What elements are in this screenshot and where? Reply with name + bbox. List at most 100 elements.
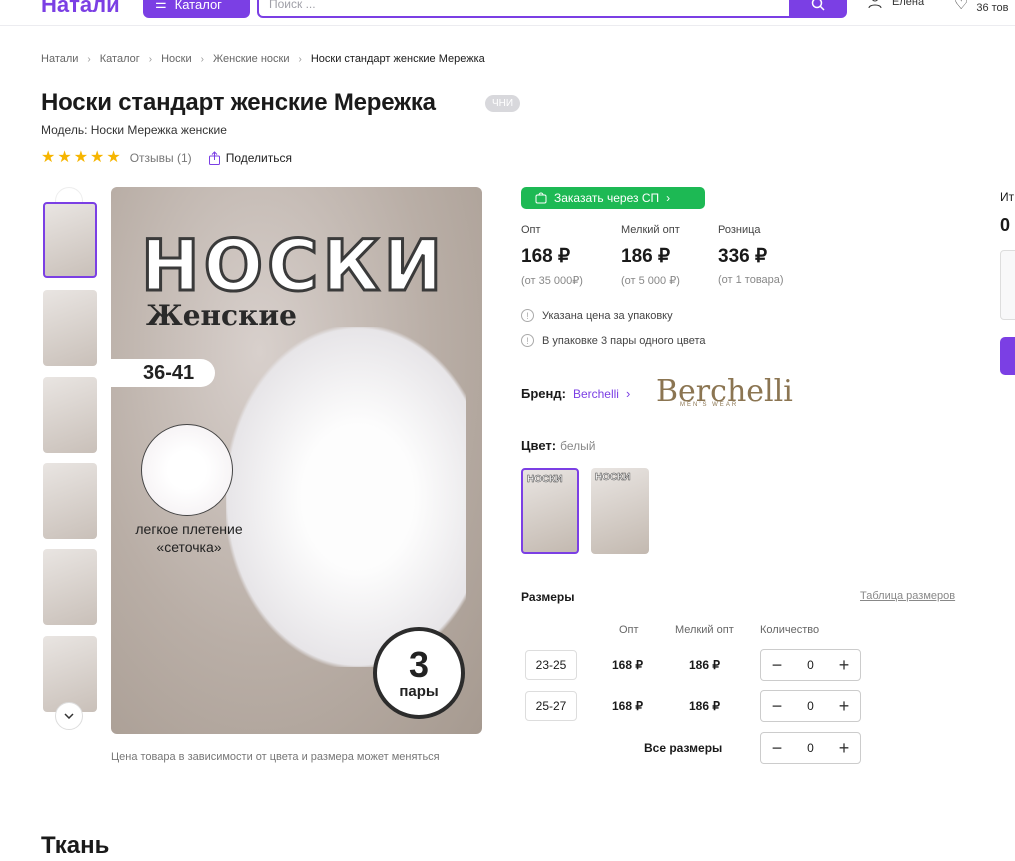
search-button[interactable] (789, 0, 847, 18)
color-label: Цвет: белый (521, 438, 596, 453)
texture-circle (141, 424, 233, 516)
color-swatch[interactable]: НОСКИ (591, 468, 649, 554)
chevron-right-icon: › (625, 386, 631, 401)
size-table-link[interactable]: Таблица размеров (860, 590, 955, 602)
price-small-opt: Мелкий опт 186 ₽ (от 5 000 ₽) (621, 224, 680, 287)
product-image[interactable]: НОСКИ Женские 36-41 легкое плетение «сет… (111, 187, 482, 734)
info-icon: ! (521, 309, 534, 322)
size-label: 23-25 (525, 650, 577, 680)
breadcrumb: Натали › Каталог › Носки › Женские носки › Н… (41, 53, 485, 65)
price-small-cell: 186 ₽ (689, 699, 720, 713)
thumbnail[interactable] (43, 202, 97, 278)
quantity-value[interactable]: 0 (807, 741, 814, 755)
thumbnail[interactable] (43, 290, 97, 366)
column-header: Опт (619, 624, 639, 636)
image-size-badge: 36-41 (111, 359, 215, 387)
order-sp-label: Заказать через СП (554, 191, 660, 205)
thumbnail[interactable] (43, 549, 97, 625)
price-list: Опт 168 ₽ (от 35 000₽) Мелкий опт 186 ₽ … (521, 224, 818, 287)
chevron-right-icon: › (87, 53, 91, 65)
rating: ★ ★ ★ ★ ★ Отзывы (1) Поделиться (41, 150, 292, 166)
quantity-stepper: − 0 + (760, 649, 861, 681)
search-icon (811, 0, 825, 11)
logo[interactable]: Натали (41, 0, 120, 18)
minus-button[interactable]: − (769, 696, 785, 717)
star-icon: ★ (41, 149, 56, 166)
minus-button[interactable]: − (769, 655, 785, 676)
breadcrumb-item[interactable]: Носки (161, 53, 192, 65)
summary-value: 0 (1000, 215, 1011, 235)
favorites[interactable]: ♡ 36 тов (954, 0, 1009, 14)
price-small-cell: 186 ₽ (689, 658, 720, 672)
brand: Бренд: Berchelli › (521, 386, 631, 401)
quantity-stepper: − 0 + (760, 690, 861, 722)
user-menu[interactable]: Елена (868, 0, 924, 8)
user-icon (868, 0, 882, 8)
pairs-number: 3 (408, 643, 430, 685)
catalog-label: Каталог (174, 0, 222, 12)
pairs-badge: 3 пары (373, 627, 465, 719)
price-opt-cell: 168 ₽ (612, 658, 643, 672)
info-icon: ! (521, 334, 534, 347)
thumbnail[interactable] (43, 636, 97, 712)
user-name: Елена (892, 0, 925, 8)
sock-illustration (226, 327, 466, 667)
column-header: Количество (760, 624, 820, 636)
thumbnail[interactable] (43, 377, 97, 453)
breadcrumb-item[interactable]: Женские носки (213, 53, 290, 65)
star-icon: ★ (106, 149, 121, 166)
plus-button[interactable]: + (836, 655, 852, 676)
brand-link[interactable]: Berchelli (573, 387, 619, 401)
section-title: Ткань (41, 832, 110, 859)
heart-icon: ♡ (954, 0, 969, 13)
color-value: белый (560, 439, 596, 453)
column-header: Мелкий опт (675, 624, 734, 636)
catalog-button[interactable]: ☰ Каталог (143, 0, 250, 18)
favorites-count: 36 тов (976, 2, 1009, 14)
all-sizes-stepper: − 0 + (760, 732, 861, 764)
breadcrumb-current: Носки стандарт женские Мережка (310, 53, 485, 65)
sizes-title: Размеры (521, 590, 575, 604)
add-to-cart-button[interactable] (1000, 337, 1015, 375)
star-icon: ★ (90, 149, 105, 166)
price-opt-cell: 168 ₽ (612, 699, 643, 713)
order-sp-button[interactable]: Заказать через СП › (521, 187, 705, 209)
share-button[interactable]: Поделиться (208, 151, 292, 165)
summary-label: Ит (1000, 190, 1015, 204)
search-input[interactable]: Поиск ... (257, 0, 791, 18)
star-icon: ★ (57, 149, 72, 166)
price-retail: Розница 336 ₽ (от 1 товара) (718, 224, 784, 286)
image-texture-label: легкое плетение «сеточка» (135, 521, 243, 555)
status-badge: ЧНИ (485, 95, 521, 112)
page-title: Носки стандарт женские Мережка (41, 89, 436, 116)
quantity-value[interactable]: 0 (807, 699, 814, 713)
image-caption: Цена товара в зависимости от цвета и раз… (111, 751, 440, 763)
cart-icon (535, 192, 547, 204)
summary-box (1000, 250, 1015, 320)
image-title: НОСКИ (139, 224, 447, 309)
catalog-icon: ☰ (155, 0, 167, 11)
breadcrumb-item[interactable]: Каталог (100, 53, 140, 65)
info-line: ! Указана цена за упаковку (521, 309, 673, 322)
chevron-right-icon: › (200, 53, 204, 65)
plus-button[interactable]: + (836, 696, 852, 717)
pairs-word: пары (399, 682, 439, 700)
chevron-right-icon: › (666, 191, 671, 205)
info-line: ! В упаковке 3 пары одного цвета (521, 334, 706, 347)
chevron-down-button[interactable] (55, 702, 83, 730)
brand-logo-sub: MEN'S WEAR (680, 402, 739, 408)
chevron-right-icon: › (148, 53, 153, 65)
chevron-right-icon: › (298, 53, 302, 65)
reviews-link[interactable]: Отзывы (1) (130, 151, 192, 165)
star-icon: ★ (73, 149, 89, 166)
price-opt: Опт 168 ₽ (от 35 000₽) (521, 224, 583, 287)
quantity-value[interactable]: 0 (807, 658, 814, 672)
product-model: Модель: Носки Мережка женские (41, 123, 227, 137)
plus-button[interactable]: + (836, 738, 852, 759)
breadcrumb-item[interactable]: Натали (41, 53, 78, 65)
color-swatch[interactable]: НОСКИ (521, 468, 579, 554)
minus-button[interactable]: − (769, 738, 785, 759)
thumbnail[interactable] (43, 463, 97, 539)
chevron-down-icon (64, 713, 74, 719)
share-label: Поделиться (225, 151, 292, 165)
